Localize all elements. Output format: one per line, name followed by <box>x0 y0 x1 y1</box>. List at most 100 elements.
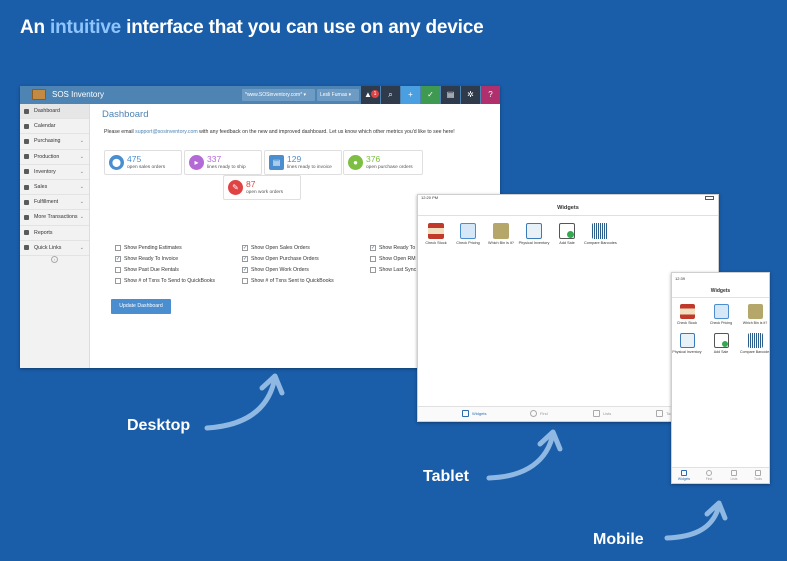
metric-open-work-orders[interactable]: ✎ 87 open work orders <box>223 175 301 200</box>
checkbox-box[interactable] <box>370 267 376 273</box>
company-dropdown[interactable]: *www.SOSinventory.com* ▾ <box>242 89 315 101</box>
check-pricing-icon <box>460 223 476 239</box>
gear-icon[interactable]: ✲ <box>461 86 480 104</box>
purchase-icon: ● <box>348 155 363 170</box>
tab-find[interactable]: Find <box>699 470 719 481</box>
checkbox-open-rm[interactable]: Show Open RM <box>370 256 416 262</box>
wrench-icon: ✎ <box>228 180 243 195</box>
tile-physical-inventory[interactable]: Physical Inventory <box>518 223 550 245</box>
widgets-icon <box>462 410 469 417</box>
mobile-tab-bar: Widgets Find Lists Tools <box>672 467 769 483</box>
support-email-link[interactable]: support@sosinventory.com <box>135 129 198 135</box>
invoice-icon: ▤ <box>269 155 284 170</box>
sidebar-item-more-transactions[interactable]: More Transactions ⌄ <box>20 210 89 226</box>
checkbox-box[interactable]: ✓ <box>115 256 121 262</box>
add-sale-icon <box>713 333 729 348</box>
checkbox-open-purchase-orders[interactable]: ✓ Show Open Purchase Orders <box>242 256 319 262</box>
sidebar-item-label: Quick Links <box>34 244 62 251</box>
print-icon[interactable]: ▤ <box>441 86 460 104</box>
tile-which-bin[interactable]: Which Bin is it? <box>485 223 517 245</box>
tile-label: Physical Inventory <box>672 350 702 354</box>
update-dashboard-button[interactable]: Update Dashboard <box>111 299 171 314</box>
checkbox-ready-to[interactable]: ✓ Show Ready To <box>370 245 415 251</box>
sidebar-item-dashboard[interactable]: Dashboard <box>20 104 89 120</box>
tile-compare-barcodes[interactable]: Compare Barcodes <box>740 333 769 354</box>
checkbox-pending-estimates[interactable]: Show Pending Estimates <box>115 245 182 251</box>
tile-add-sale[interactable]: Add Sale <box>551 223 583 245</box>
search-icon[interactable]: ⌕ <box>381 86 400 104</box>
metric-lines-ready-to-invoice[interactable]: ▤ 129 lines ready to invoice <box>264 150 342 175</box>
plus-icon[interactable]: + <box>401 86 420 104</box>
tablet-label: Tablet <box>423 468 469 485</box>
tile-add-sale[interactable]: Add Sale <box>706 333 736 354</box>
tab-widgets[interactable]: Widgets <box>674 470 694 481</box>
inventory-icon <box>24 169 29 175</box>
tab-lists[interactable]: Lists <box>593 410 611 417</box>
headline: An intuitive interface that you can use … <box>20 17 484 39</box>
checkbox-box[interactable] <box>370 256 376 262</box>
metric-value: 337 <box>207 154 222 164</box>
checkbox-box[interactable]: ✓ <box>242 256 248 262</box>
checkbox-box[interactable]: ✓ <box>242 245 248 251</box>
metric-open-sales-orders[interactable]: ⬤ 475 open sales orders <box>104 150 182 175</box>
tab-widgets[interactable]: Widgets <box>462 410 486 417</box>
chevron-down-icon: ⌄ <box>79 184 84 191</box>
tile-which-bin[interactable]: Which Bin is it? <box>740 304 769 325</box>
checkbox-open-sales-orders[interactable]: ✓ Show Open Sales Orders <box>242 245 310 251</box>
sidebar-item-label: Reports <box>34 229 53 236</box>
sidebar-item-sales[interactable]: Sales ⌄ <box>20 180 89 196</box>
help-icon[interactable]: ? <box>481 86 500 104</box>
tab-lists[interactable]: Lists <box>724 470 744 481</box>
checkbox-box[interactable] <box>115 267 121 273</box>
sidebar-collapse-button[interactable]: ‹ <box>20 256 89 264</box>
sidebar-item-fulfillment[interactable]: Fulfillment ⌄ <box>20 195 89 211</box>
tile-check-stock[interactable]: Check Stock <box>672 304 702 325</box>
headline-highlight: intuitive <box>50 17 122 38</box>
sidebar-item-production[interactable]: Production ⌄ <box>20 150 89 165</box>
checkbox-txns-to-send[interactable]: Show # of Txns To Send to QuickBooks <box>115 278 215 284</box>
status-time: 12:39 <box>675 276 686 281</box>
mobile-arrow-icon <box>664 500 728 541</box>
sidebar-item-quick-links[interactable]: Quick Links ⌄ <box>20 241 89 256</box>
chevron-down-icon: ⌄ <box>79 138 84 145</box>
tab-label: Tools <box>754 477 762 481</box>
tile-label: Add Sale <box>713 350 729 354</box>
metric-open-purchase-orders[interactable]: ● 376 open purchase orders <box>343 150 423 175</box>
tile-compare-barcodes[interactable]: Compare Barcodes <box>584 223 617 245</box>
sidebar-item-inventory[interactable]: Inventory ⌄ <box>20 165 89 180</box>
tile-check-pricing[interactable]: Check Pricing <box>706 304 736 325</box>
sidebar-item-calendar[interactable]: Calendar <box>20 119 89 135</box>
metric-lines-ready-to-ship[interactable]: ▸ 337 lines ready to ship <box>184 150 262 175</box>
checkbox-last-sync[interactable]: Show Last Sync <box>370 267 416 273</box>
checkbox-open-work-orders[interactable]: ✓ Show Open Work Orders <box>242 267 309 273</box>
sidebar-item-label: Fulfillment <box>34 199 59 206</box>
check-pricing-icon <box>713 304 729 319</box>
sidebar: Dashboard Calendar Purchasing ⌄ Productio… <box>20 104 90 368</box>
tile-physical-inventory[interactable]: Physical Inventory <box>672 333 702 354</box>
check-icon[interactable]: ✓ <box>421 86 440 104</box>
checkbox-past-due-rentals[interactable]: Show Past Due Rentals <box>115 267 179 273</box>
battery-icon <box>705 196 714 200</box>
user-dropdown[interactable]: Lesli Furnas ▾ <box>317 89 359 101</box>
tablet-status-bar: 12:20 PM <box>418 195 718 201</box>
tab-label: Lists <box>603 411 612 416</box>
checkbox-box[interactable] <box>115 278 121 284</box>
tile-check-pricing[interactable]: Check Pricing <box>452 223 484 245</box>
checkbox-txns-sent[interactable]: Show # of Txns Sent to QuickBooks <box>242 278 334 284</box>
tile-check-stock[interactable]: Check Stock <box>420 223 452 245</box>
sidebar-item-purchasing[interactable]: Purchasing ⌄ <box>20 134 89 150</box>
sidebar-item-reports[interactable]: Reports <box>20 226 89 241</box>
checkbox-box[interactable]: ✓ <box>370 245 376 251</box>
checkbox-box[interactable] <box>242 278 248 284</box>
tile-label: Which Bin is it? <box>488 241 514 245</box>
tag-icon: ⬤ <box>109 155 124 170</box>
bell-icon[interactable]: ▲ 1 <box>361 86 380 104</box>
checkbox-label: Show # of Txns Sent to QuickBooks <box>251 278 334 284</box>
tab-find[interactable]: Find <box>530 410 548 417</box>
checkbox-box[interactable]: ✓ <box>242 267 248 273</box>
checkbox-ready-to-invoice[interactable]: ✓ Show Ready To Invoice <box>115 256 178 262</box>
dashboard-icon <box>24 108 29 114</box>
reports-icon <box>24 230 29 236</box>
tab-tools[interactable]: Tools <box>748 470 768 481</box>
checkbox-box[interactable] <box>115 245 121 251</box>
